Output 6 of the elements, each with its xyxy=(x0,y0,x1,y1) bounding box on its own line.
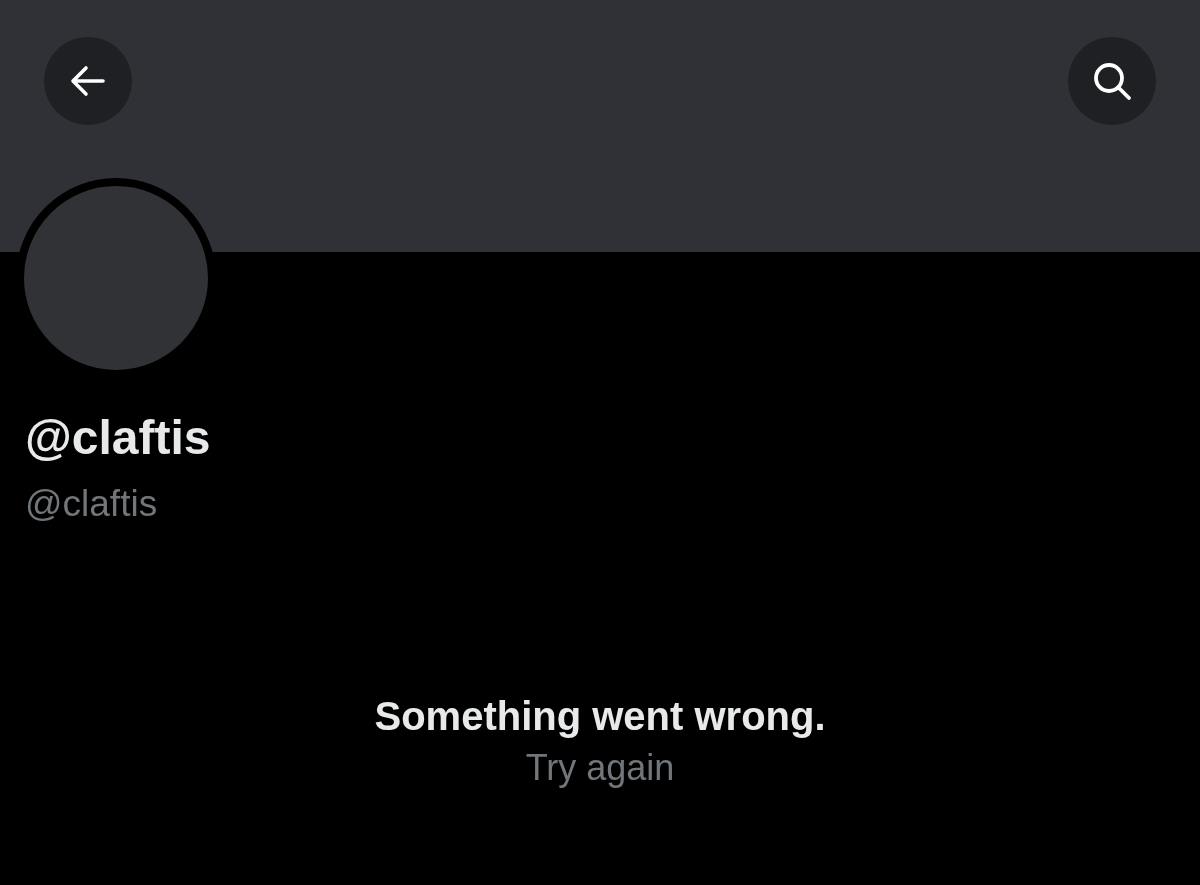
user-handle: @claftis xyxy=(25,482,158,526)
try-again-link[interactable]: Try again xyxy=(525,746,675,790)
search-icon xyxy=(1092,61,1132,101)
back-arrow-icon xyxy=(70,65,106,97)
display-name: @claftis xyxy=(25,410,211,466)
error-message: Something went wrong. xyxy=(374,693,826,740)
